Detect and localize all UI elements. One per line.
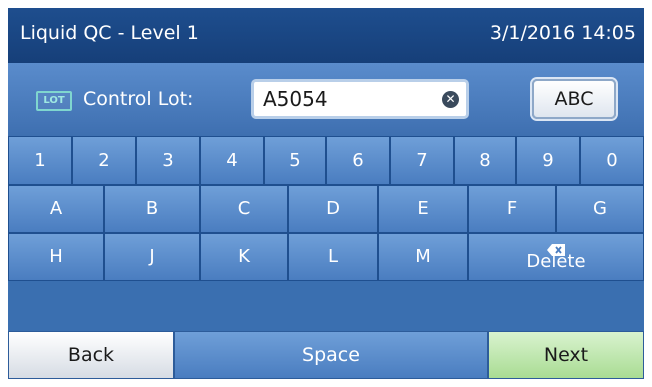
key-a[interactable]: A — [8, 185, 104, 233]
abc-mode-button[interactable]: ABC — [532, 79, 616, 119]
key-8[interactable]: 8 — [454, 136, 516, 185]
key-j[interactable]: J — [104, 233, 200, 281]
key-c[interactable]: C — [200, 185, 288, 233]
delete-key[interactable]: Delete — [468, 233, 644, 281]
clear-icon[interactable]: ✕ — [442, 91, 459, 108]
key-3[interactable]: 3 — [136, 136, 200, 185]
backspace-icon — [547, 240, 565, 256]
lot-entry-bar: LOT Control Lot: A5054 ✕ ABC — [8, 63, 644, 136]
key-7[interactable]: 7 — [390, 136, 454, 185]
lot-icon: LOT — [36, 91, 72, 111]
key-k[interactable]: K — [200, 233, 288, 281]
key-0[interactable]: 0 — [580, 136, 644, 185]
key-5[interactable]: 5 — [264, 136, 326, 185]
key-f[interactable]: F — [468, 185, 556, 233]
key-b[interactable]: B — [104, 185, 200, 233]
screen-title: Liquid QC - Level 1 — [20, 22, 199, 44]
key-9[interactable]: 9 — [516, 136, 580, 185]
next-button[interactable]: Next — [488, 331, 644, 379]
control-lot-input[interactable]: A5054 — [251, 79, 469, 119]
back-button[interactable]: Back — [8, 331, 174, 379]
control-lot-label: Control Lot: — [83, 88, 194, 110]
key-2[interactable]: 2 — [72, 136, 136, 185]
key-6[interactable]: 6 — [326, 136, 390, 185]
device-screen: Liquid QC - Level 1 3/1/2016 14:05 LOT C… — [8, 8, 644, 379]
key-4[interactable]: 4 — [200, 136, 264, 185]
key-g[interactable]: G — [556, 185, 644, 233]
space-button[interactable]: Space — [174, 331, 488, 379]
key-l[interactable]: L — [288, 233, 378, 281]
key-m[interactable]: M — [378, 233, 468, 281]
title-bar: Liquid QC - Level 1 3/1/2016 14:05 — [8, 8, 644, 63]
date-time: 3/1/2016 14:05 — [489, 22, 636, 44]
key-e[interactable]: E — [378, 185, 468, 233]
key-h[interactable]: H — [8, 233, 104, 281]
key-d[interactable]: D — [288, 185, 378, 233]
key-1[interactable]: 1 — [8, 136, 72, 185]
